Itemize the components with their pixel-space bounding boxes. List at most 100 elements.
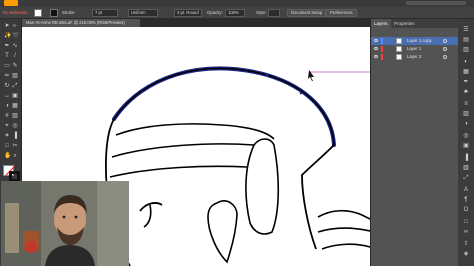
layer-target-icon[interactable] [443,55,447,59]
stroke-swatch[interactable] [50,9,58,17]
anchor-point[interactable] [265,73,269,77]
artboard-tool-icon[interactable]: □ [4,143,10,149]
layers-panel-icon[interactable]: ▤ [463,37,469,43]
transform-panel-icon[interactable]: ⤢ [463,175,469,181]
layer-row-layer-2[interactable]: Layer 2 [371,53,459,61]
document-tab[interactable]: Man-At-Arms RB Inks.ai* @ 216.09% (RGB/P… [22,19,140,27]
menu-bar [0,0,474,7]
layer-thumbnail [396,38,402,44]
selection-status: No Selection [3,10,28,15]
type-tool-icon[interactable]: T [4,53,10,59]
helmet-ear-plate [207,200,238,264]
rotate-tool-icon[interactable]: ↻ [4,83,10,89]
graphic-styles-panel-icon[interactable]: ▣ [463,143,469,149]
direct-selection-tool-icon[interactable]: ▹ [12,23,18,29]
layer-target-icon[interactable] [443,47,447,51]
curvature-tool-icon[interactable]: ∿ [12,43,18,49]
eyedropper-tool-icon[interactable]: ⌖ [4,123,10,129]
layer-row-layer-1[interactable]: Layer 1 [371,45,459,53]
links-panel-icon[interactable]: ∞ [463,229,469,235]
lasso-tool-icon[interactable]: ➰ [12,33,19,39]
layer-name: Layer 1 [407,46,422,51]
perspective-grid-tool-icon[interactable]: ▦ [12,103,18,109]
paragraph-panel-icon[interactable]: ¶ [463,197,469,203]
swatches-panel-icon[interactable]: ▦ [463,69,469,75]
width-tool-icon[interactable]: ↔ [4,93,10,99]
app-logo [4,0,18,6]
gradient-panel-icon[interactable]: ▨ [463,111,469,117]
transparency-panel-icon[interactable]: ◑ [463,121,469,127]
align-panel-icon[interactable]: ▐ [463,155,469,161]
anchor-point[interactable] [299,91,303,95]
scale-tool-icon[interactable]: ⤢ [12,83,18,89]
zoom-tool-icon[interactable]: ⌕ [12,153,18,159]
blend-tool-icon[interactable]: ◎ [12,123,18,129]
visor-bottom-line [109,165,248,178]
pencil-tool-icon[interactable]: ✏ [4,73,10,79]
navigator-panel-icon[interactable]: ◈ [463,251,469,257]
search-field[interactable] [406,1,466,5]
layers-panel: Layers Properties Layer 1 copy Layer 1 L… [370,19,459,266]
control-bar: No Selection Stroke: 7 pt Uniform 3 pt. … [0,7,474,19]
pen-tool-icon[interactable]: ✒ [4,43,10,49]
opacity-field[interactable]: 100% [225,9,245,17]
visibility-eye-icon[interactable] [374,55,378,58]
preferences-button[interactable]: Preferences [326,9,357,17]
graph-tool-icon[interactable]: ▐ [12,133,18,139]
slice-tool-icon[interactable]: ✂ [12,143,18,149]
hand-tool-icon[interactable]: ✋ [4,153,11,159]
appearance-panel-icon[interactable]: ◎ [463,133,469,139]
style-label: Style: [256,10,267,15]
selection-tool-icon[interactable]: ➤ [4,23,10,29]
layer-row-layer-1-copy[interactable]: Layer 1 copy [371,37,459,45]
layer-name: Layer 1 copy [407,38,432,43]
layer-color-bar [381,54,383,60]
tab-layers[interactable]: Layers [371,19,391,28]
libraries-panel-icon[interactable]: ▥ [463,47,469,53]
symbol-sprayer-tool-icon[interactable]: ✶ [4,133,10,139]
helmet-brow-ridge [115,123,275,140]
fill-swatch[interactable] [34,9,42,17]
stroke-weight-field[interactable]: 7 pt [92,9,118,17]
shoulder-armor-top [317,209,370,220]
opacity-label: Opacity: [207,10,223,15]
graphic-style-picker[interactable] [268,9,280,17]
artboards-panel-icon[interactable]: □ [463,219,469,225]
shoulder-armor-band [317,227,370,233]
face-eye-stroke [143,204,152,228]
webcam-overlay [1,181,129,266]
properties-panel-icon[interactable]: ☰ [463,27,469,33]
layer-color-bar [381,38,383,44]
visibility-eye-icon[interactable] [374,39,378,42]
rectangle-tool-icon[interactable]: ▭ [4,63,10,69]
tab-properties[interactable]: Properties [391,19,418,28]
layer-thumbnail [396,46,402,52]
gradient-tool-icon[interactable]: ▨ [12,113,18,119]
variable-width-profile[interactable]: Uniform [128,9,158,17]
layer-name: Layer 2 [407,54,422,59]
character-panel-icon[interactable]: A [463,187,469,193]
mesh-tool-icon[interactable]: # [4,113,10,119]
paintbrush-tool-icon[interactable]: ✎ [12,63,18,69]
symbols-panel-icon[interactable]: ♣ [463,89,469,95]
stroke-panel-icon[interactable]: ≡ [463,101,469,107]
pathfinder-panel-icon[interactable]: ▧ [463,165,469,171]
line-tool-icon[interactable]: / [12,53,18,59]
shoulder-armor-band-lower [321,243,370,250]
color-panel-icon[interactable]: ◐ [463,59,469,65]
presenter-video [1,181,129,266]
free-transform-tool-icon[interactable]: ▣ [12,93,18,99]
layer-target-icon[interactable] [443,39,447,43]
selected-stroke-path[interactable] [112,66,336,147]
brushes-panel-icon[interactable]: ✒ [463,79,469,85]
visibility-eye-icon[interactable] [374,47,378,50]
brush-definition[interactable]: 3 pt. Round [174,9,202,17]
asset-export-panel-icon[interactable]: ⇧ [463,241,469,247]
document-setup-button[interactable]: Document Setup [287,9,327,17]
opentype-panel-icon[interactable]: O [463,207,469,213]
eraser-tool-icon[interactable]: ▧ [12,73,18,79]
panel-tab-bar: Layers Properties [371,19,459,28]
magic-wand-tool-icon[interactable]: ✨ [4,33,11,39]
shape-builder-tool-icon[interactable]: ◑ [4,103,10,109]
panel-icon-strip: ☰ ▤ ▥ ◐ ▦ ✒ ♣ ≡ ▨ ◑ ◎ ▣ ▐ ▧ ⤢ A ¶ O □ ∞ … [458,19,474,266]
